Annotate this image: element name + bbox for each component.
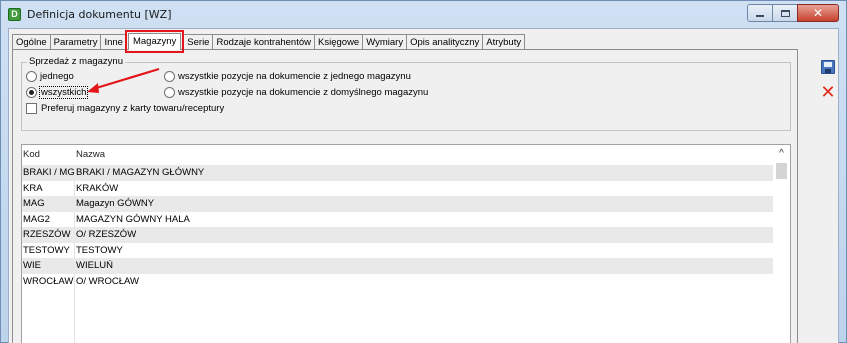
tab-inne[interactable]: Inne [100, 34, 127, 50]
table-row[interactable]: WIE WIELUŃ [22, 258, 790, 274]
maximize-button[interactable] [772, 4, 798, 22]
table-row[interactable]: MAG2 MAGAZYN GÓWNY HALA [22, 212, 790, 228]
tab-wymiary[interactable]: Wymiary [362, 34, 408, 50]
radio-all-positions-default-warehouse[interactable]: wszystkie pozycje na dokumencie z domyśl… [164, 87, 428, 98]
dialog-window: D Definicja dokumentu [WZ] ✕ Ogólne Para… [0, 0, 847, 343]
column-header-kod[interactable]: Kod [23, 149, 40, 160]
close-window-button[interactable]: ✕ [797, 4, 839, 22]
radio-label: wszystkie pozycje na dokumencie z jedneg… [178, 71, 411, 82]
save-button[interactable] [817, 56, 839, 78]
cell-nazwa: WIELUŃ [76, 260, 113, 271]
prefer-warehouses-checkbox[interactable]: Preferuj magazyny z karty towaru/receptu… [26, 103, 224, 114]
tab-rodzaje-kontrahentow[interactable]: Rodzaje kontrahentów [212, 34, 316, 50]
tab-parametry[interactable]: Parametry [49, 34, 102, 50]
cell-nazwa: O/ WROCŁAW [76, 275, 139, 287]
radio-circle[interactable] [164, 71, 175, 82]
tab-ogolne[interactable]: Ogólne [12, 34, 51, 50]
title-bar[interactable]: D Definicja dokumentu [WZ] ✕ [1, 1, 846, 28]
tab-ksiegowe[interactable]: Księgowe [314, 34, 364, 50]
cell-nazwa: TESTOWY [76, 244, 123, 256]
column-header-nazwa[interactable]: Nazwa [76, 149, 105, 160]
warehouse-list[interactable]: Kod Nazwa BRAKI / MG BRAKI / MAGAZYN GŁÓW… [21, 144, 791, 343]
cell-kod: MAG [23, 198, 45, 209]
save-icon [821, 60, 835, 74]
minimize-button[interactable] [747, 4, 773, 22]
checkbox-label: Preferuj magazyny z karty towaru/receptu… [41, 103, 225, 114]
window-title: Definicja dokumentu [WZ] [27, 8, 172, 21]
radio-circle[interactable] [164, 87, 175, 98]
tab-magazyny[interactable]: Magazyny [124, 30, 185, 53]
cell-kod: TESTOWY [23, 244, 70, 256]
cell-kod: BRAKI / MG [23, 167, 75, 178]
checkbox-box[interactable] [26, 103, 37, 114]
table-row[interactable]: TESTOWY TESTOWY [22, 243, 790, 259]
cell-nazwa: MAGAZYN GÓWNY HALA [76, 213, 190, 225]
window-controls: ✕ [747, 4, 839, 22]
tab-strip: Ogólne Parametry Inne Magazyny Serie Rod… [12, 30, 526, 53]
close-icon: ✕ [812, 6, 824, 20]
tab-serie[interactable]: Serie [183, 34, 214, 50]
table-row[interactable]: RZESZÓW O/ RZESZÓW [22, 227, 790, 243]
minimize-icon [756, 15, 764, 17]
radio-label: jednego [40, 71, 74, 82]
sales-source-group: Sprzedaż z magazynu jednego wszystkich w… [21, 56, 791, 131]
cell-kod: RZESZÓW [23, 229, 71, 240]
scroll-thumb[interactable] [776, 163, 787, 179]
document-d-icon: D [8, 8, 21, 21]
vertical-scrollbar[interactable]: ^ [773, 145, 790, 343]
group-legend: Sprzedaż z magazynu [27, 56, 125, 67]
tab-opis-analityczny[interactable]: Opis analityczny [406, 34, 484, 50]
cell-kod: KRA [23, 182, 43, 194]
maximize-icon [780, 9, 790, 17]
radio-jednego[interactable]: jednego [26, 71, 74, 82]
table-row[interactable]: MAG Magazyn GÓWNY [22, 196, 790, 212]
radio-label: wszystkie pozycje na dokumencie z domyśl… [178, 87, 429, 98]
table-row[interactable]: WROCŁAW O/ WROCŁAW [22, 274, 790, 290]
cell-nazwa: KRAKÓW [76, 182, 119, 194]
cell-nazwa: O/ RZESZÓW [76, 229, 137, 240]
table-row[interactable]: BRAKI / MG BRAKI / MAGAZYN GŁÓWNY [22, 165, 790, 181]
radio-label: wszystkich [38, 86, 89, 99]
table-row[interactable]: KRA KRAKÓW [22, 181, 790, 197]
client-area: Ogólne Parametry Inne Magazyny Serie Rod… [8, 28, 839, 343]
cell-nazwa: Magazyn GÓWNY [76, 198, 155, 209]
cell-nazwa: BRAKI / MAGAZYN GŁÓWNY [76, 167, 205, 178]
tab-atrybuty[interactable]: Atrybuty [482, 34, 526, 50]
radio-circle-checked[interactable] [26, 87, 37, 98]
radio-all-positions-one-warehouse[interactable]: wszystkie pozycje na dokumencie z jedneg… [164, 71, 411, 82]
scroll-up-icon[interactable]: ^ [773, 145, 790, 162]
radio-wszystkich[interactable]: wszystkich [26, 86, 89, 99]
cell-kod: WROCŁAW [23, 275, 74, 287]
list-header: Kod Nazwa [22, 145, 790, 165]
cell-kod: MAG2 [23, 213, 50, 225]
cell-kod: WIE [23, 260, 41, 271]
cancel-icon: ✕ [820, 82, 836, 102]
radio-circle[interactable] [26, 71, 37, 82]
cancel-button[interactable]: ✕ [817, 81, 839, 103]
tab-panel-magazyny: Sprzedaż z magazynu jednego wszystkich w… [12, 49, 798, 343]
